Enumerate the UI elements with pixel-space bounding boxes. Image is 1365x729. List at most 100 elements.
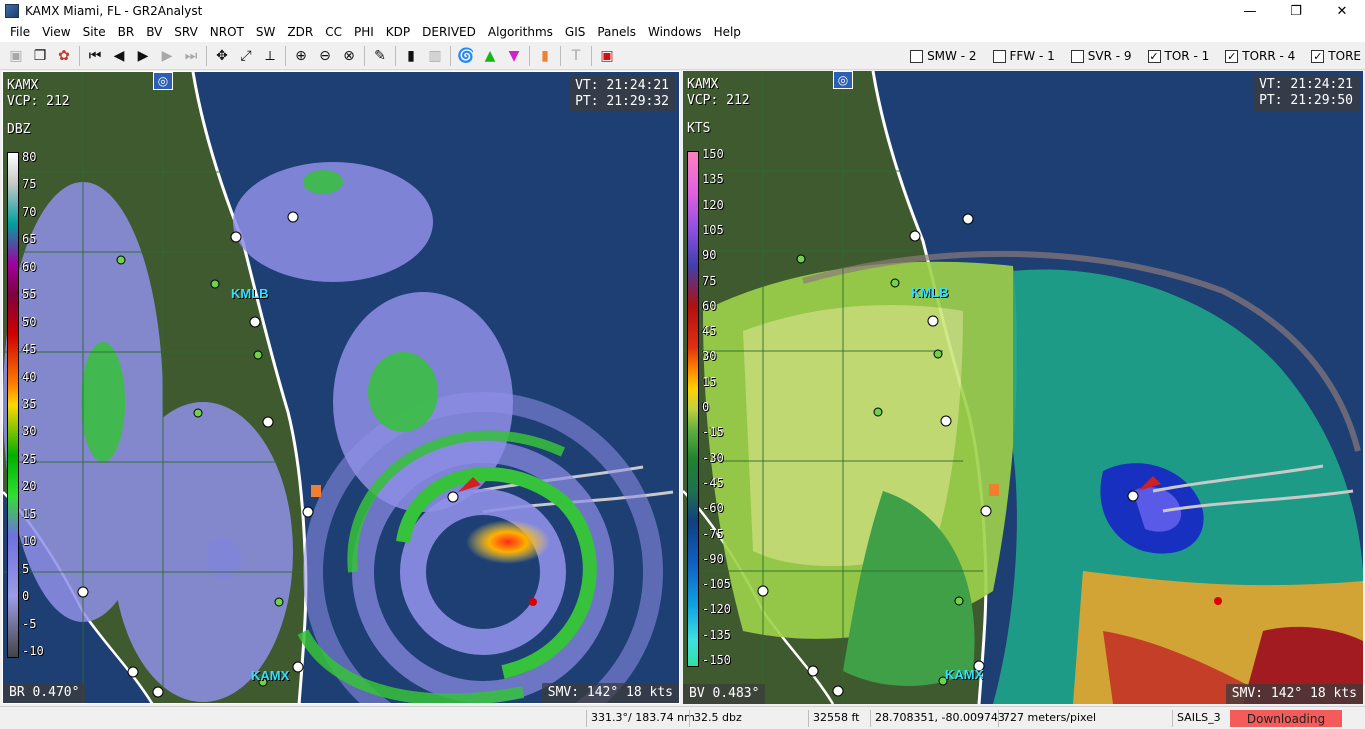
menu-kdp[interactable]: KDP xyxy=(380,25,416,39)
status-value: 32.5 dbz xyxy=(689,710,746,727)
warning-toggle-tore[interactable]: ✓ TORE xyxy=(1311,49,1361,63)
pan-icon[interactable]: ✥ xyxy=(210,44,234,68)
toolbar-separator xyxy=(591,45,592,66)
checkbox[interactable] xyxy=(1070,49,1084,63)
toolbar-separator xyxy=(395,45,396,66)
colorbar-tick-label: 60 xyxy=(702,298,717,313)
warning-label: TOR - 1 xyxy=(1164,49,1210,63)
green-triangle-icon[interactable]: ▲ xyxy=(478,44,502,68)
menu-zdr[interactable]: ZDR xyxy=(281,25,319,39)
menu-srv[interactable]: SRV xyxy=(168,25,204,39)
zoom-reset-icon[interactable]: ⊗ xyxy=(337,44,361,68)
measure-icon[interactable]: ⤢ xyxy=(234,44,258,68)
menu-nrot[interactable]: NROT xyxy=(204,25,250,39)
status-azimuth-range: 331.3°/ 183.74 nm xyxy=(586,710,699,727)
colorbar-tick-label: 150 xyxy=(702,147,724,161)
toolbar-separator xyxy=(364,45,365,66)
colorbar-tick-label: 30 xyxy=(22,424,37,439)
menu-view[interactable]: View xyxy=(36,25,76,39)
open-icon[interactable]: ▣ xyxy=(4,44,28,68)
app-icon xyxy=(5,4,19,18)
menu-gis[interactable]: GIS xyxy=(559,25,591,39)
colorbar-tick-label: 20 xyxy=(22,479,37,494)
menu-algorithms[interactable]: Algorithms xyxy=(482,25,559,39)
colorbar-tick-label: 0 xyxy=(702,400,710,414)
warning-toggles: SMW - 2 FFW - 1 SVR - 9 ✓ TOR - 1 ✓ TORR -… xyxy=(894,44,1361,68)
eyewall-core xyxy=(466,520,550,564)
warning-toggle-smw[interactable]: SMW - 2 xyxy=(910,49,977,63)
warning-polygon-marker xyxy=(311,485,321,497)
close-button[interactable]: ✕ xyxy=(1319,0,1365,22)
checkbox[interactable] xyxy=(992,49,1006,63)
colorbar-tick-label: -75 xyxy=(702,526,724,541)
first-frame-icon[interactable]: ⏮ xyxy=(83,44,107,68)
colorbar-tick-label: -135 xyxy=(702,627,731,642)
colorbar-tick-label: 65 xyxy=(22,232,37,247)
radar-map[interactable] xyxy=(683,71,1363,704)
warning-toggle-ffw[interactable]: FFW - 1 xyxy=(992,49,1055,63)
magenta-triangle-icon[interactable]: ▼ xyxy=(502,44,526,68)
vcp-label: VCP: 212 xyxy=(7,94,70,109)
previous-frame-icon[interactable]: ◀ xyxy=(107,44,131,68)
smooth-icon[interactable]: ▮ xyxy=(399,44,423,68)
menu-file[interactable]: File xyxy=(4,25,36,39)
checkbox[interactable] xyxy=(910,49,924,63)
minimize-button[interactable]: — xyxy=(1227,0,1273,22)
play-icon[interactable]: ▶ xyxy=(131,44,155,68)
checkbox-checked[interactable]: ✓ xyxy=(1311,49,1325,63)
radar-pane-velocity[interactable]: KAMX VCP: 212 KTS VT: 21:24:21 PT: 21:29… xyxy=(683,71,1363,704)
menu-derived[interactable]: DERIVED xyxy=(416,25,482,39)
maximize-button[interactable]: ❐ xyxy=(1273,0,1319,22)
menu-phi[interactable]: PHI xyxy=(348,25,380,39)
radar-pane-reflectivity[interactable]: KAMX VCP: 212 DBZ VT: 21:24:21 PT: 21:29… xyxy=(2,71,680,704)
colorbar-tick-label: 50 xyxy=(22,314,37,329)
warning-toggle-torr[interactable]: ✓ TORR - 4 xyxy=(1225,49,1295,63)
status-mode: SAILS_3 xyxy=(1172,710,1225,727)
colorbar-tick-label: 25 xyxy=(22,451,37,466)
orange-marker-icon[interactable]: ▮ xyxy=(533,44,557,68)
checkbox-checked[interactable]: ✓ xyxy=(1147,49,1161,63)
toolbar: ▣ ❐ ✿ ⏮ ◀ ▶ ▶ ⏭ ✥ ⤢ ⟂ ⊕ ⊖ ⊗ ✎ ▮ ▥ 🌀 ▲ ▼ … xyxy=(0,42,1365,70)
colorbar-tick-label: 45 xyxy=(22,342,37,357)
download-status: Downloading xyxy=(1230,710,1342,727)
colorbar-tick-label: -105 xyxy=(702,577,731,592)
product-label: BV 0.483° xyxy=(683,684,766,704)
menu-panels[interactable]: Panels xyxy=(591,25,642,39)
city-label-kmlb: KMLB xyxy=(231,286,269,301)
site-id: KAMX xyxy=(7,78,39,93)
menu-bv[interactable]: BV xyxy=(140,25,168,39)
menu-site[interactable]: Site xyxy=(77,25,112,39)
palette-icon[interactable]: ✿ xyxy=(52,44,76,68)
colorbar-tick-label: -45 xyxy=(702,475,724,490)
zoom-in-icon[interactable]: ⊕ xyxy=(289,44,313,68)
text-icon[interactable]: T xyxy=(564,44,588,68)
colorbar-tick-label: 80 xyxy=(22,150,37,164)
colorbar-tick-label: 70 xyxy=(22,204,37,219)
stop-icon[interactable]: ▣ xyxy=(595,44,619,68)
next-frame-icon[interactable]: ▶ xyxy=(155,44,179,68)
cross-section-icon[interactable]: ⟂ xyxy=(258,44,282,68)
colorbar-tick-label: 120 xyxy=(702,197,724,212)
colorbar-tick-label: -5 xyxy=(22,616,37,631)
panel-layout-icon[interactable]: ▥ xyxy=(423,44,447,68)
dropper-icon[interactable]: ✎ xyxy=(368,44,392,68)
menu-windows[interactable]: Windows xyxy=(642,25,708,39)
warning-toggle-svr[interactable]: SVR - 9 xyxy=(1070,49,1132,63)
menu-sw[interactable]: SW xyxy=(250,25,281,39)
colorbar-tick-label: 5 xyxy=(22,561,30,576)
menu-cc[interactable]: CC xyxy=(319,25,348,39)
last-frame-icon[interactable]: ⏭ xyxy=(179,44,203,68)
warning-label: TORR - 4 xyxy=(1242,49,1296,63)
menu-help[interactable]: Help xyxy=(708,25,747,39)
colorbar-tick-label: 55 xyxy=(22,287,37,302)
colorbar-tick-label: 105 xyxy=(702,222,724,237)
radar-map[interactable] xyxy=(3,72,680,704)
zoom-out-icon[interactable]: ⊖ xyxy=(313,44,337,68)
hurricane-icon[interactable]: 🌀 xyxy=(454,44,478,68)
copy-icon[interactable]: ❐ xyxy=(28,44,52,68)
menu-br[interactable]: BR xyxy=(112,25,141,39)
colorbar-tick-label: 135 xyxy=(702,172,724,187)
storm-motion-label: SMV: 142° 18 kts xyxy=(1225,684,1363,704)
checkbox-checked[interactable]: ✓ xyxy=(1225,49,1239,63)
warning-toggle-tor[interactable]: ✓ TOR - 1 xyxy=(1147,49,1210,63)
